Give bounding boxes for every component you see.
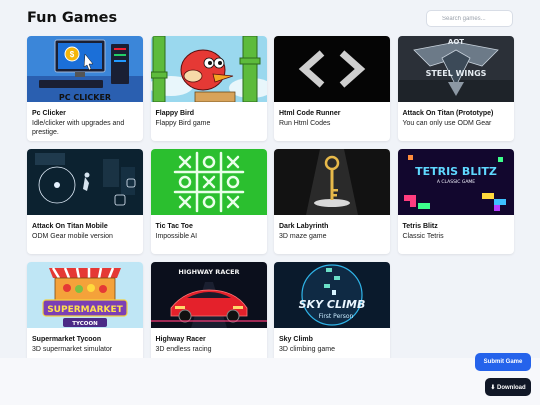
sky-climb-thumb-caption: SKY CLIMB: [299, 298, 366, 311]
game-card-description: 3D climbing game: [279, 346, 336, 353]
sky-climb-thumbnail: SKY CLIMB First Person: [274, 262, 390, 328]
page-title: Fun Games: [27, 10, 118, 26]
game-card-html-code-runner[interactable]: Html Code Runner Run Html Codes: [274, 36, 390, 141]
header: Fun Games: [0, 0, 540, 36]
game-card-title: Sky Climb: [279, 336, 313, 343]
game-card-description: 3D endless racing: [155, 346, 212, 353]
aot-thumb-caption: AOT: [447, 38, 463, 46]
games-grid: $ PC CLICKER Pc Clicker Idle/clicker wit…: [27, 36, 514, 367]
game-card-title: Pc Clicker: [32, 110, 66, 117]
aot-mobile-thumbnail: [27, 149, 143, 215]
highway-racer-thumb-caption: HIGHWAY RACER: [178, 268, 239, 276]
game-card-dark-labyrinth[interactable]: Dark Labyrinth 3D maze game: [274, 149, 390, 254]
game-card-description: You can only use ODM Gear: [402, 120, 492, 127]
html-code-runner-thumbnail: [274, 36, 390, 102]
game-card-attack-on-titan-prototype[interactable]: AOT STEEL WINGS Attack On Titan (Prototy…: [397, 36, 514, 141]
game-card-sky-climb[interactable]: SKY CLIMB First Person Sky Climb 3D clim…: [274, 262, 390, 367]
flappy-bird-thumbnail: [150, 36, 267, 102]
submit-game-button[interactable]: Submit Game: [475, 353, 531, 371]
game-card-title: Tic Tac Toe: [155, 223, 193, 230]
game-card-description: Impossible AI: [155, 233, 198, 240]
tetris-blitz-thumbnail: TETRIS BLITZ A CLASSIC GAME: [397, 149, 514, 215]
game-card-title: Tetris Blitz: [402, 223, 438, 230]
game-card-title: Attack On Titan Mobile: [32, 223, 108, 230]
game-card-attack-on-titan-mobile[interactable]: Attack On Titan Mobile ODM Gear mobile v…: [27, 149, 143, 254]
sky-climb-thumb-subtitle: First Person: [319, 313, 354, 320]
game-card-title: Dark Labyrinth: [279, 223, 329, 230]
game-card-description: 3D supermarket simulator: [32, 346, 113, 353]
supermarket-tycoon-thumbnail: SUPERMARKET TYCOON: [27, 262, 143, 328]
tetris-thumb-subtitle: A CLASSIC GAME: [436, 179, 474, 185]
search-input[interactable]: [426, 10, 513, 27]
tic-tac-toe-thumbnail: [150, 149, 267, 215]
game-card-description: 3D maze game: [279, 233, 327, 240]
game-card-supermarket-tycoon[interactable]: SUPERMARKET TYCOON Supermarket Tycoon 3D…: [27, 262, 143, 367]
game-card-pc-clicker[interactable]: $ PC CLICKER Pc Clicker Idle/clicker wit…: [27, 36, 143, 141]
supermarket-thumb-caption: SUPERMARKET: [47, 305, 123, 315]
supermarket-thumb-subtitle: TYCOON: [72, 321, 98, 327]
svg-text:$: $: [70, 50, 75, 59]
footer-band: [0, 358, 540, 405]
game-card-title: Attack On Titan (Prototype): [402, 110, 494, 117]
game-card-title: Flappy Bird: [155, 110, 195, 117]
game-card-title: Supermarket Tycoon: [32, 336, 102, 343]
pc-clicker-thumb-caption: PC CLICKER: [59, 93, 111, 102]
game-card-title: Html Code Runner: [279, 110, 341, 117]
game-card-description: Run Html Codes: [279, 120, 331, 127]
dark-labyrinth-thumbnail: [274, 149, 390, 215]
pc-clicker-thumbnail: $ PC CLICKER: [27, 36, 143, 102]
game-card-flappy-bird[interactable]: Flappy Bird Flappy Bird game: [150, 36, 267, 141]
highway-racer-thumbnail: HIGHWAY RACER: [150, 262, 267, 328]
aot-prototype-thumbnail: AOT STEEL WINGS: [397, 36, 514, 102]
game-card-description: Classic Tetris: [402, 233, 444, 240]
game-card-description: Idle/clicker with upgrades and prestige.: [32, 120, 125, 136]
tetris-thumb-caption: TETRIS BLITZ: [415, 165, 497, 178]
game-card-tic-tac-toe[interactable]: Tic Tac Toe Impossible AI: [150, 149, 267, 254]
aot-thumb-subtitle: STEEL WINGS: [425, 69, 486, 78]
game-card-highway-racer[interactable]: HIGHWAY RACER Highway Racer 3D endless r…: [150, 262, 267, 367]
download-button[interactable]: ⬇ Download: [485, 378, 531, 396]
game-card-description: Flappy Bird game: [155, 120, 211, 127]
game-card-description: ODM Gear mobile version: [32, 233, 113, 240]
game-card-title: Highway Racer: [155, 336, 206, 343]
game-card-tetris-blitz[interactable]: TETRIS BLITZ A CLASSIC GAME Tetris Blitz…: [397, 149, 514, 254]
